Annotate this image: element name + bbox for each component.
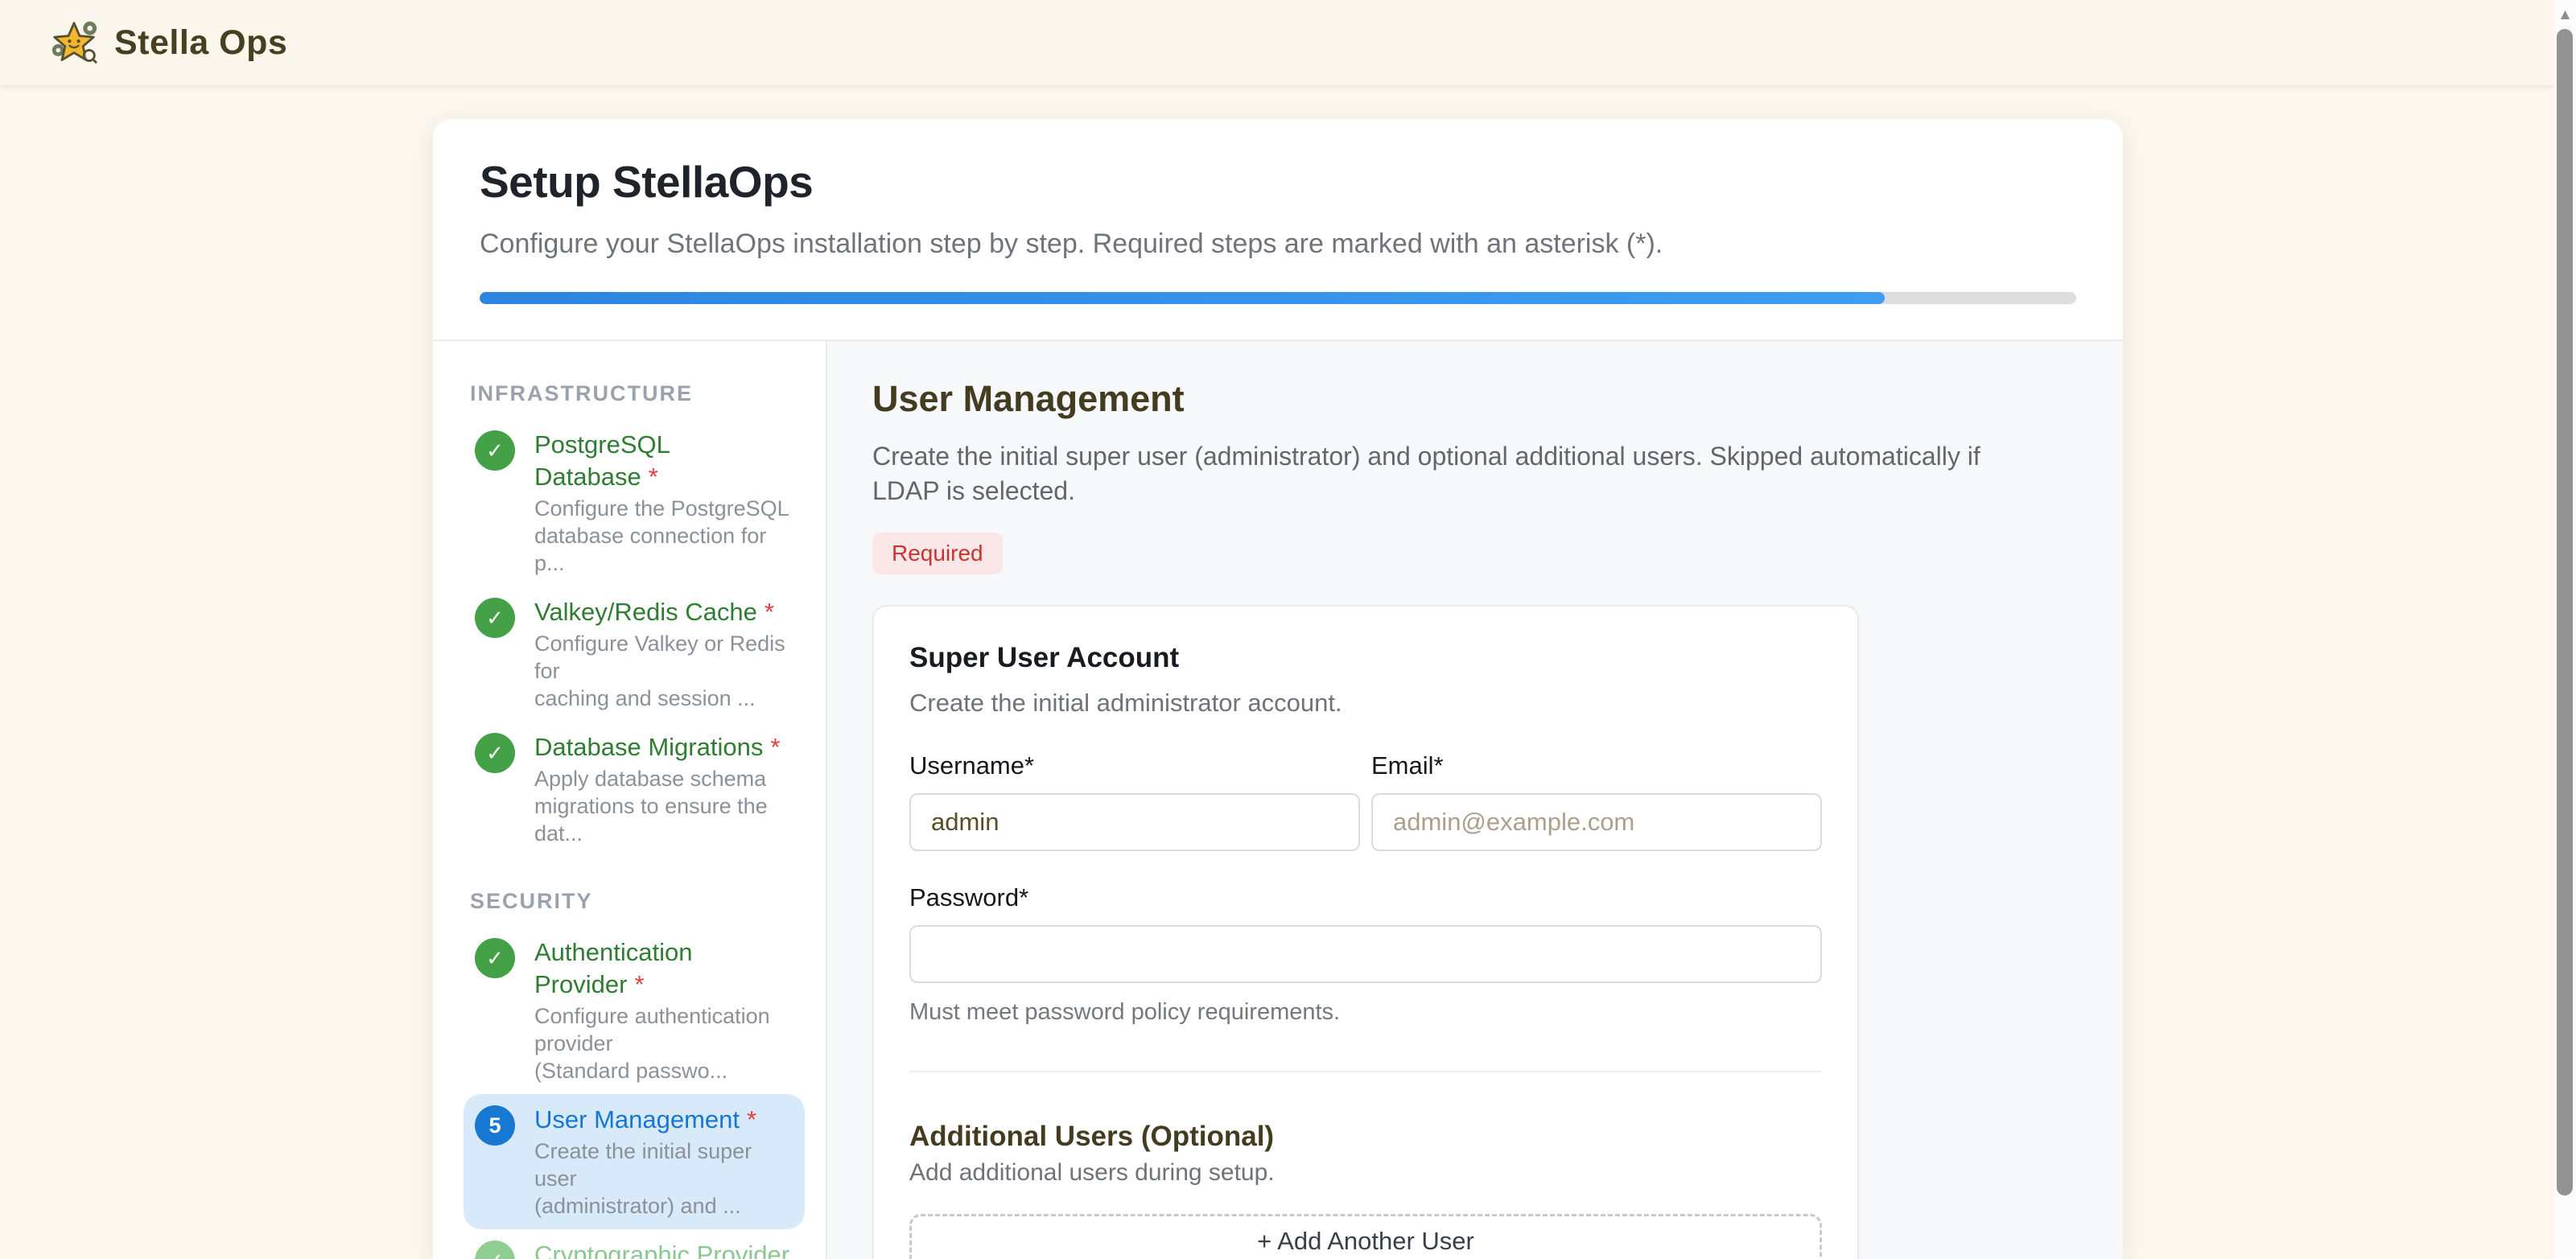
check-icon: ✓ bbox=[475, 1240, 515, 1259]
sidebar-item-valkey-redis-cache[interactable]: ✓ Valkey/Redis Cache*Configure Valkey or … bbox=[464, 586, 805, 722]
page-title: Setup StellaOps bbox=[480, 156, 2076, 208]
password-label: Password* bbox=[909, 883, 1822, 912]
step-title: User Management bbox=[872, 378, 2078, 420]
sidebar-item-cryptographic-provider[interactable]: ✓Cryptographic ProviderSelect cryptograp… bbox=[464, 1229, 805, 1259]
step-item-title: PostgreSQL Database* bbox=[534, 429, 793, 493]
email-label: Email* bbox=[1371, 751, 1822, 780]
step-item-title: Authentication Provider* bbox=[534, 936, 793, 1001]
sidebar-section-infrastructure: INFRASTRUCTURE✓PostgreSQL Database*Confi… bbox=[464, 381, 805, 857]
username-field[interactable] bbox=[909, 793, 1360, 851]
step-item-description: Configure Valkey or Redis forcaching and… bbox=[534, 630, 793, 712]
sidebar-nav: INFRASTRUCTURE✓PostgreSQL Database*Confi… bbox=[464, 381, 805, 1259]
stella-logo-icon bbox=[50, 19, 98, 67]
setup-wizard-card: Setup StellaOps Configure your StellaOps… bbox=[433, 119, 2123, 1259]
scrollbar-up-icon[interactable]: ▲ bbox=[2554, 3, 2576, 27]
check-icon: ✓ bbox=[475, 733, 515, 773]
required-asterisk: * bbox=[747, 1105, 756, 1134]
sidebar-item-user-management[interactable]: 5 User Management*Create the initial supe… bbox=[464, 1094, 805, 1229]
required-asterisk: * bbox=[634, 970, 644, 998]
step-item-description: Configure the PostgreSQLdatabase connect… bbox=[534, 495, 793, 577]
step-item-description: Apply database schemamigrations to ensur… bbox=[534, 765, 793, 847]
step-item-description: Configure authentication provider(Standa… bbox=[534, 1002, 793, 1084]
progress-fill bbox=[480, 292, 1885, 304]
check-icon: ✓ bbox=[475, 938, 515, 978]
app-header: Stella Ops bbox=[0, 0, 2576, 85]
sidebar-item-database-migrations[interactable]: ✓ Database Migrations*Apply database sche… bbox=[464, 722, 805, 857]
step-item-title: User Management* bbox=[534, 1104, 793, 1136]
step-content: User Management Create the initial super… bbox=[827, 341, 2123, 1259]
setup-steps-sidebar: INFRASTRUCTURE✓PostgreSQL Database*Confi… bbox=[433, 341, 827, 1259]
sidebar-item-postgresql-database[interactable]: ✓ PostgreSQL Database*Configure the Postg… bbox=[464, 419, 805, 586]
required-asterisk: * bbox=[770, 733, 780, 761]
required-asterisk: * bbox=[765, 598, 774, 626]
password-helper: Must meet password policy requirements. bbox=[909, 999, 1822, 1026]
additional-users-subtitle: Add additional users during setup. bbox=[909, 1159, 1822, 1187]
super-user-subtitle: Create the initial administrator account… bbox=[909, 689, 1822, 718]
step-item-title: Database Migrations* bbox=[534, 731, 793, 763]
required-asterisk: * bbox=[649, 463, 658, 491]
page-scrollbar[interactable]: ▲ bbox=[2554, 0, 2576, 1259]
sidebar-section-label: SECURITY bbox=[470, 889, 805, 914]
email-field[interactable] bbox=[1371, 793, 1822, 851]
check-icon: ✓ bbox=[475, 430, 515, 471]
step-description: Create the initial super user (administr… bbox=[872, 439, 1983, 508]
step-item-title: Valkey/Redis Cache* bbox=[534, 596, 793, 628]
super-user-title: Super User Account bbox=[909, 642, 1822, 674]
scrollbar-thumb[interactable] bbox=[2557, 29, 2573, 1195]
section-divider bbox=[909, 1071, 1822, 1072]
wizard-intro: Setup StellaOps Configure your StellaOps… bbox=[433, 119, 2123, 341]
step-number: 5 bbox=[475, 1105, 515, 1146]
super-user-card: Super User Account Create the initial ad… bbox=[872, 605, 1859, 1259]
step-item-title: Cryptographic Provider bbox=[534, 1239, 793, 1259]
progress-bar bbox=[480, 292, 2076, 304]
sidebar-item-authentication-provider[interactable]: ✓ Authentication Provider*Configure authe… bbox=[464, 927, 805, 1094]
add-another-user-button[interactable]: + Add Another User bbox=[909, 1214, 1822, 1259]
username-label: Username* bbox=[909, 751, 1360, 780]
password-field[interactable] bbox=[909, 925, 1822, 983]
page-subtitle: Configure your StellaOps installation st… bbox=[480, 228, 2076, 260]
required-badge: Required bbox=[872, 533, 1003, 574]
sidebar-section-label: INFRASTRUCTURE bbox=[470, 381, 805, 406]
brand-name: Stella Ops bbox=[114, 23, 287, 63]
check-icon: ✓ bbox=[475, 598, 515, 638]
step-item-description: Create the initial super user(administra… bbox=[534, 1138, 793, 1220]
sidebar-section-security: SECURITY ✓ Authentication Provider*Configu… bbox=[464, 889, 805, 1259]
additional-users-title: Additional Users (Optional) bbox=[909, 1121, 1822, 1153]
